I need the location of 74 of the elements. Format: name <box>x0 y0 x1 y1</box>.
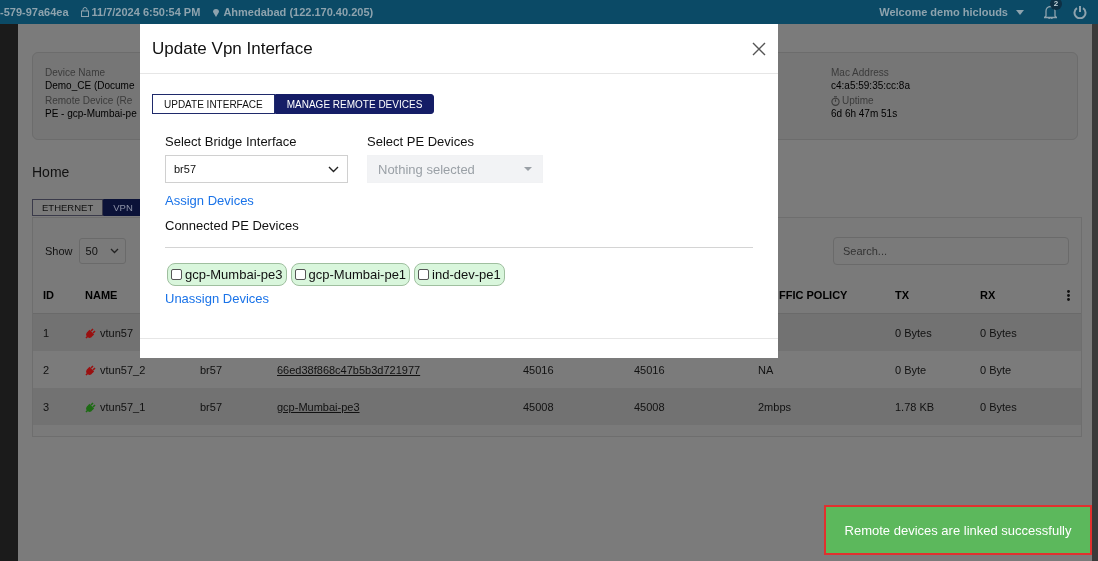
table-cell: 45016 <box>523 363 554 376</box>
close-icon[interactable] <box>752 41 766 56</box>
table-cell: 0 Bytes <box>980 326 1017 339</box>
location: Ahmedabad (122.170.40.205) <box>223 6 374 18</box>
column-header: NAME <box>85 289 118 301</box>
field-label: Uptime <box>842 95 874 106</box>
tab[interactable]: UPDATE INTERFACE <box>152 94 275 114</box>
unassign-devices-link[interactable]: Unassign Devices <box>165 291 270 306</box>
field-label: Select Bridge Interface <box>165 134 298 149</box>
chevron-down-icon <box>328 165 339 173</box>
search-field[interactable]: Search... <box>833 237 1069 265</box>
caret-icon <box>524 167 532 171</box>
table-cell: 2 <box>43 363 50 376</box>
bridge-select[interactable]: br57 <box>165 155 348 183</box>
table-cell: br57 <box>200 400 223 413</box>
field-label: Device Name <box>45 67 106 78</box>
table-cell: NA <box>758 363 774 376</box>
bell-icon[interactable] <box>1044 5 1057 19</box>
device-chip[interactable]: gcp-Mumbai-pe1 <box>290 263 411 286</box>
power-icon[interactable] <box>1073 5 1087 19</box>
show-label: Show <box>45 245 73 257</box>
kebab-menu-icon[interactable] <box>1067 289 1070 301</box>
login-time: 11/7/2024 6:50:54 PM <box>91 6 201 18</box>
notification-badge: 2 <box>1050 0 1062 10</box>
table-cell: 0 Bytes <box>980 400 1017 413</box>
page-size-select[interactable]: 50 <box>78 238 126 264</box>
table-cell: 0 Bytes <box>895 326 932 339</box>
assign-devices-link[interactable]: Assign Devices <box>165 193 254 208</box>
column-header: TX <box>895 289 910 301</box>
table-cell: 45008 <box>634 400 665 413</box>
tab[interactable]: VPN <box>103 199 143 216</box>
tab[interactable]: ETHERNET <box>32 199 104 216</box>
checkbox[interactable] <box>418 269 430 280</box>
field-label: Remote Device (Re <box>45 95 133 106</box>
user-menu[interactable]: Welcome demo hiclouds <box>879 6 1008 18</box>
success-toast: Remote devices are linked successfully <box>824 505 1092 555</box>
table-cell: 2mbps <box>758 400 792 413</box>
column-header: ID <box>43 289 54 301</box>
caret-icon[interactable] <box>1016 9 1024 15</box>
table-cell: 1.78 KB <box>895 400 935 413</box>
checkbox[interactable] <box>171 269 182 280</box>
field-value: Demo_CE (Docume <box>45 80 136 91</box>
table-cell: 1 <box>43 326 50 339</box>
field-value: PE - gcp-Mumbai-pe <box>45 108 137 119</box>
field-label: Mac Address <box>831 67 889 78</box>
lock-icon <box>80 7 89 17</box>
breadcrumb[interactable]: Home <box>32 164 70 180</box>
chevron-down-icon <box>109 248 119 254</box>
device-chip[interactable]: ind-dev-pe1 <box>414 263 505 286</box>
table-cell: vtun57_1 <box>100 400 146 413</box>
table-cell: 45008 <box>523 400 554 413</box>
remote-device-link[interactable]: 66ed38f868c47b5b3d721977 <box>277 363 421 376</box>
table-cell: 0 Byte <box>895 363 927 376</box>
field-label: Select PE Devices <box>367 134 475 149</box>
dialog-title: Update Vpn Interface <box>152 38 313 59</box>
stopwatch-icon <box>831 95 840 106</box>
column-header: FFIC POLICY <box>779 289 848 301</box>
table-cell: br57 <box>200 363 223 376</box>
field-value: c4:a5:59:35:cc:8a <box>831 80 911 91</box>
column-header: RX <box>980 289 996 301</box>
device-chip[interactable]: gcp-Mumbai-pe3 <box>167 263 287 286</box>
checkbox[interactable] <box>294 269 306 280</box>
table-cell: vtun57_2 <box>100 363 146 376</box>
device-id: -579-97a64ea <box>0 6 69 18</box>
table-cell: vtun57 <box>100 326 134 339</box>
scrollbar[interactable] <box>1092 24 1098 561</box>
table-cell: 0 Byte <box>980 363 1012 376</box>
field-value: 6d 6h 47m 51s <box>831 108 899 119</box>
table-cell: 45016 <box>634 363 665 376</box>
section-label: Connected PE Devices <box>165 218 300 233</box>
tab[interactable]: MANAGE REMOTE DEVICES <box>274 94 435 114</box>
table-cell: 3 <box>43 400 50 413</box>
location-pin-icon <box>212 7 221 17</box>
remote-device-link[interactable]: gcp-Mumbai-pe3 <box>277 400 360 413</box>
